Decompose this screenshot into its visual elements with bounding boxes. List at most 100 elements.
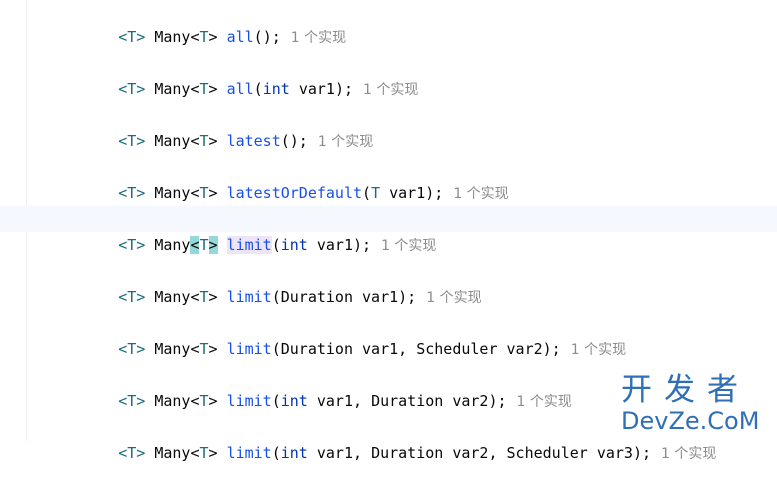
- param-name[interactable]: var1: [299, 80, 335, 98]
- generic-type-arg: T: [199, 444, 209, 462]
- generic-close: >: [208, 28, 218, 46]
- implementations-hint[interactable]: 1 个实现: [426, 290, 481, 306]
- implementations-hint[interactable]: 1 个实现: [363, 82, 418, 98]
- generic-type-arg: T: [199, 28, 209, 46]
- generic-close: >: [208, 444, 218, 462]
- param-type[interactable]: int: [281, 444, 308, 462]
- param-type[interactable]: int: [263, 80, 290, 98]
- params-open: (: [253, 80, 263, 98]
- param-type[interactable]: Duration: [281, 288, 353, 306]
- generic-close: >: [208, 132, 218, 150]
- param-type[interactable]: Scheduler: [507, 444, 588, 462]
- params-close: );: [632, 444, 652, 462]
- param-name[interactable]: var1: [389, 184, 425, 202]
- generic-close: >: [208, 340, 218, 358]
- param-name[interactable]: var3: [597, 444, 633, 462]
- param-type[interactable]: Scheduler: [416, 340, 497, 358]
- params-open: (: [271, 236, 281, 254]
- param-name[interactable]: var2: [507, 340, 543, 358]
- params-open: (: [271, 288, 281, 306]
- generic-type-arg: T: [199, 236, 209, 254]
- implementations-hint[interactable]: 1 个实现: [381, 238, 436, 254]
- implementations-hint[interactable]: 1 个实现: [318, 134, 373, 150]
- param-name[interactable]: var1: [317, 392, 353, 410]
- param-type[interactable]: int: [281, 392, 308, 410]
- param-type[interactable]: Duration: [371, 392, 443, 410]
- code-line-current[interactable]: <T> Many<T> limit(int var1); 1 个实现: [0, 206, 777, 254]
- code-line[interactable]: <T> Many<T> limit(Duration var1); 1 个实现: [0, 258, 777, 306]
- params-close: );: [262, 28, 281, 46]
- type-parameter: <T>: [118, 340, 146, 358]
- params-close: );: [334, 80, 353, 98]
- param-type[interactable]: Duration: [371, 444, 443, 462]
- params-open: (: [271, 444, 281, 462]
- generic-type-arg: T: [199, 132, 209, 150]
- method-name[interactable]: limit: [227, 444, 272, 462]
- param-name[interactable]: var1: [317, 236, 353, 254]
- return-type[interactable]: Many: [154, 444, 190, 462]
- param-name[interactable]: var1: [317, 444, 353, 462]
- watermark-domain-text: DevZe.CoM: [621, 407, 760, 435]
- params-close: );: [542, 340, 561, 358]
- return-type[interactable]: Many: [154, 340, 190, 358]
- generic-open: <: [190, 444, 200, 462]
- code-line[interactable]: <T> Many<T> all(); 1 个实现: [0, 0, 777, 46]
- method-name[interactable]: latest: [227, 132, 281, 150]
- param-name[interactable]: var1: [362, 340, 398, 358]
- method-name[interactable]: limit: [227, 392, 272, 410]
- method-name[interactable]: limit: [227, 288, 272, 306]
- code-line[interactable]: <T> Many<T> all(int var1); 1 个实现: [0, 50, 777, 98]
- return-type[interactable]: Many: [154, 288, 190, 306]
- code-line[interactable]: <T> Many<T> latestOrDefault(T var1); 1 个实…: [0, 154, 777, 202]
- type-parameter: <T>: [118, 288, 146, 306]
- params-close: );: [425, 184, 444, 202]
- type-parameter: <T>: [118, 184, 146, 202]
- site-watermark: 开发者 DevZe.CoM: [617, 370, 773, 438]
- generic-close: >: [208, 288, 218, 306]
- implementations-hint[interactable]: 1 个实现: [661, 446, 716, 462]
- code-editor[interactable]: <T> Many<T> all(); 1 个实现 <T> Many<T> all(…: [0, 0, 777, 462]
- generic-type-arg: T: [199, 392, 209, 410]
- params-close: );: [398, 288, 417, 306]
- generic-close: >: [208, 184, 218, 202]
- param-name[interactable]: var2: [452, 444, 488, 462]
- params-open: (: [271, 340, 281, 358]
- param-type[interactable]: int: [281, 236, 308, 254]
- type-parameter: <T>: [118, 132, 146, 150]
- param-type[interactable]: T: [371, 184, 380, 202]
- return-type[interactable]: Many: [154, 132, 190, 150]
- generic-type-arg: T: [199, 288, 209, 306]
- generic-type-arg: T: [199, 80, 209, 98]
- method-name[interactable]: all: [227, 28, 254, 46]
- param-type[interactable]: Duration: [281, 340, 353, 358]
- implementations-hint[interactable]: 1 个实现: [453, 186, 508, 202]
- method-name-highlighted[interactable]: limit: [226, 236, 272, 254]
- generic-close-matched: >: [208, 236, 218, 254]
- method-name[interactable]: all: [227, 80, 254, 98]
- params-open: (: [362, 184, 372, 202]
- code-line[interactable]: <T> Many<T> latest(); 1 个实现: [0, 102, 777, 150]
- return-type[interactable]: Many: [154, 184, 190, 202]
- generic-type-arg: T: [199, 184, 209, 202]
- return-type[interactable]: Many: [154, 236, 190, 254]
- params-open: (: [253, 28, 263, 46]
- return-type[interactable]: Many: [154, 28, 190, 46]
- param-name[interactable]: var1: [362, 288, 398, 306]
- param-name[interactable]: var2: [452, 392, 488, 410]
- type-parameter: <T>: [118, 392, 146, 410]
- params-open: (: [280, 132, 290, 150]
- implementations-hint[interactable]: 1 个实现: [291, 30, 346, 46]
- implementations-hint[interactable]: 1 个实现: [571, 342, 626, 358]
- implementations-hint[interactable]: 1 个实现: [517, 394, 572, 410]
- return-type[interactable]: Many: [154, 392, 190, 410]
- params-close: );: [353, 236, 372, 254]
- watermark-chinese-text: 开发者: [621, 372, 750, 408]
- params-close: );: [488, 392, 507, 410]
- method-name[interactable]: limit: [227, 340, 272, 358]
- code-line[interactable]: <T> Many<T> limit(Duration var1, Schedul…: [0, 310, 777, 358]
- return-type[interactable]: Many: [154, 80, 190, 98]
- params-open: (: [271, 392, 281, 410]
- generic-close: >: [208, 392, 218, 410]
- method-name[interactable]: latestOrDefault: [227, 184, 362, 202]
- type-parameter: <T>: [118, 28, 146, 46]
